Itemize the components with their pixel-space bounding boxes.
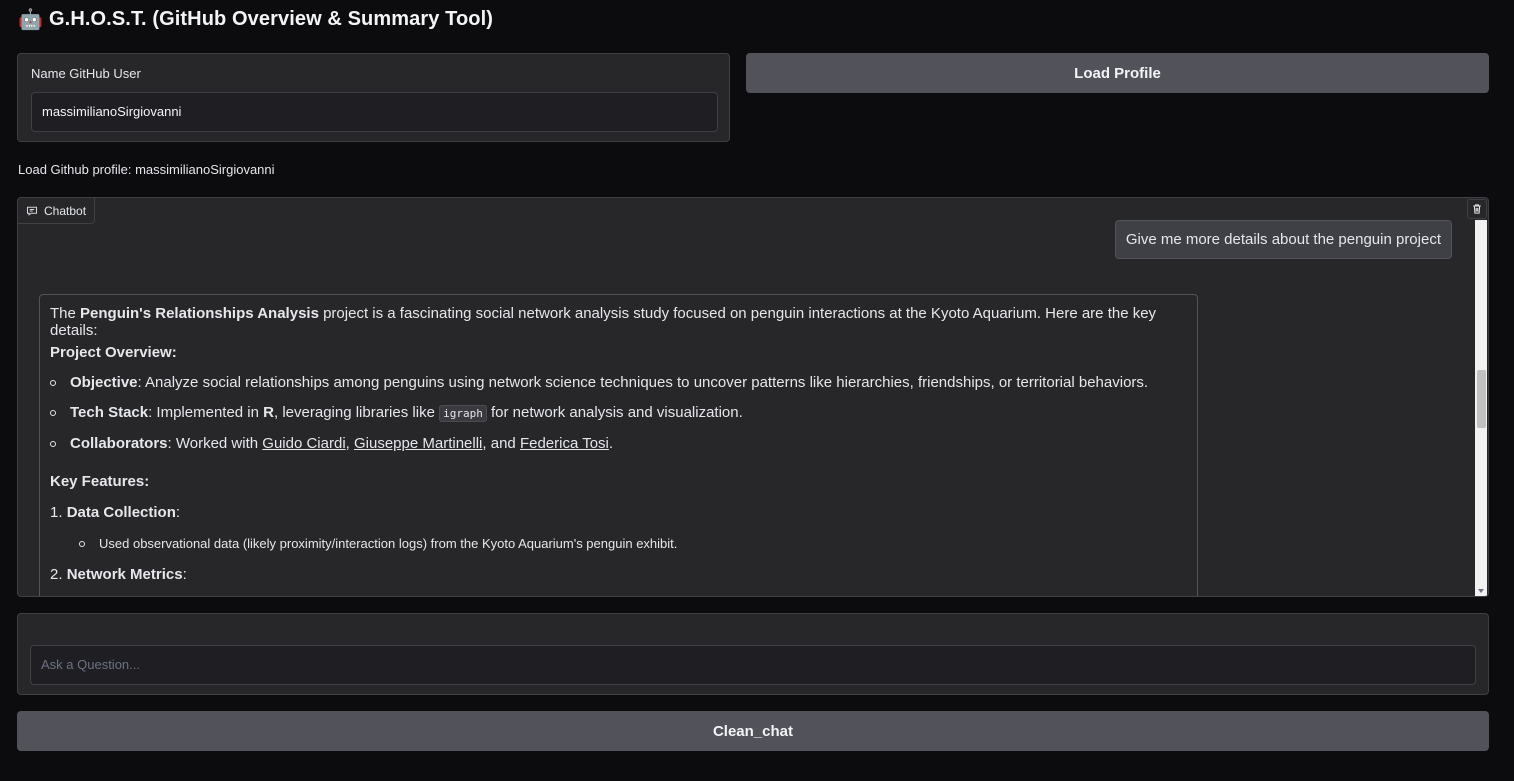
user-message: Give me more details about the penguin p… [1114,220,1452,259]
chatbot-tag: Chatbot [18,198,96,224]
overview-heading: Project Overview: [50,344,177,361]
chat-bubble-icon [26,206,38,216]
load-status-text: Load Github profile: massimilianoSirgiov… [18,162,275,177]
bot-intro: The Penguin's Relationships Analysis pro… [50,305,1157,339]
bot-message: The Penguin's Relationships Analysis pro… [39,294,1198,596]
feature-2: 2. Network Metrics: [50,566,187,583]
bullet-ring-icon [50,409,56,416]
github-user-input[interactable]: massimilianoSirgiovanni [31,92,718,132]
feature-1: 1. Data Collection: [50,504,181,521]
list-item-collaborators: Collaborators: Worked with Guido Ciardi,… [50,435,613,452]
app-title: 🤖 G.H.O.S.T. (GitHub Overview & Summary … [18,8,493,31]
chatbot-tag-label: Chatbot [44,203,87,218]
ask-panel: Ask a Question... [17,613,1489,695]
features-heading: Key Features: [50,473,150,490]
chat-scrollbar[interactable] [1475,220,1487,596]
app-title-text: G.H.O.S.T. (GitHub Overview & Summary To… [49,8,494,30]
load-profile-button[interactable]: Load Profile [746,53,1489,93]
bullet-ring-icon [50,440,56,447]
feature-1-detail: Used observational data (likely proximit… [79,536,677,551]
github-user-label: Name GitHub User [31,66,141,81]
bullet-ring-icon [50,379,56,386]
code-igraph: igraph [439,405,487,422]
link-guido-ciardi[interactable]: Guido Ciardi [262,435,345,452]
bullet-ring-icon [79,540,85,547]
chatbot-panel: Chatbot Give me more details about the p… [17,197,1489,597]
robot-icon: 🤖 [18,8,44,31]
list-item-tech-stack: Tech Stack: Implemented in R, leveraging… [50,404,743,422]
clear-chat-trash-button[interactable] [1467,199,1487,219]
ask-question-input[interactable]: Ask a Question... [30,645,1476,685]
github-user-panel: Name GitHub User massimilianoSirgiovanni [17,53,730,142]
list-item-objective: Objective: Analyze social relationships … [50,374,1148,391]
link-federica-tosi[interactable]: Federica Tosi [520,435,609,452]
clean-chat-button[interactable]: Clean_chat [17,711,1489,751]
link-giuseppe-martinelli[interactable]: Giuseppe Martinelli [354,435,482,452]
trash-icon [1473,204,1481,214]
chat-scrollbar-thumb[interactable] [1477,370,1486,428]
scroll-down-arrow-icon[interactable] [1478,589,1484,593]
